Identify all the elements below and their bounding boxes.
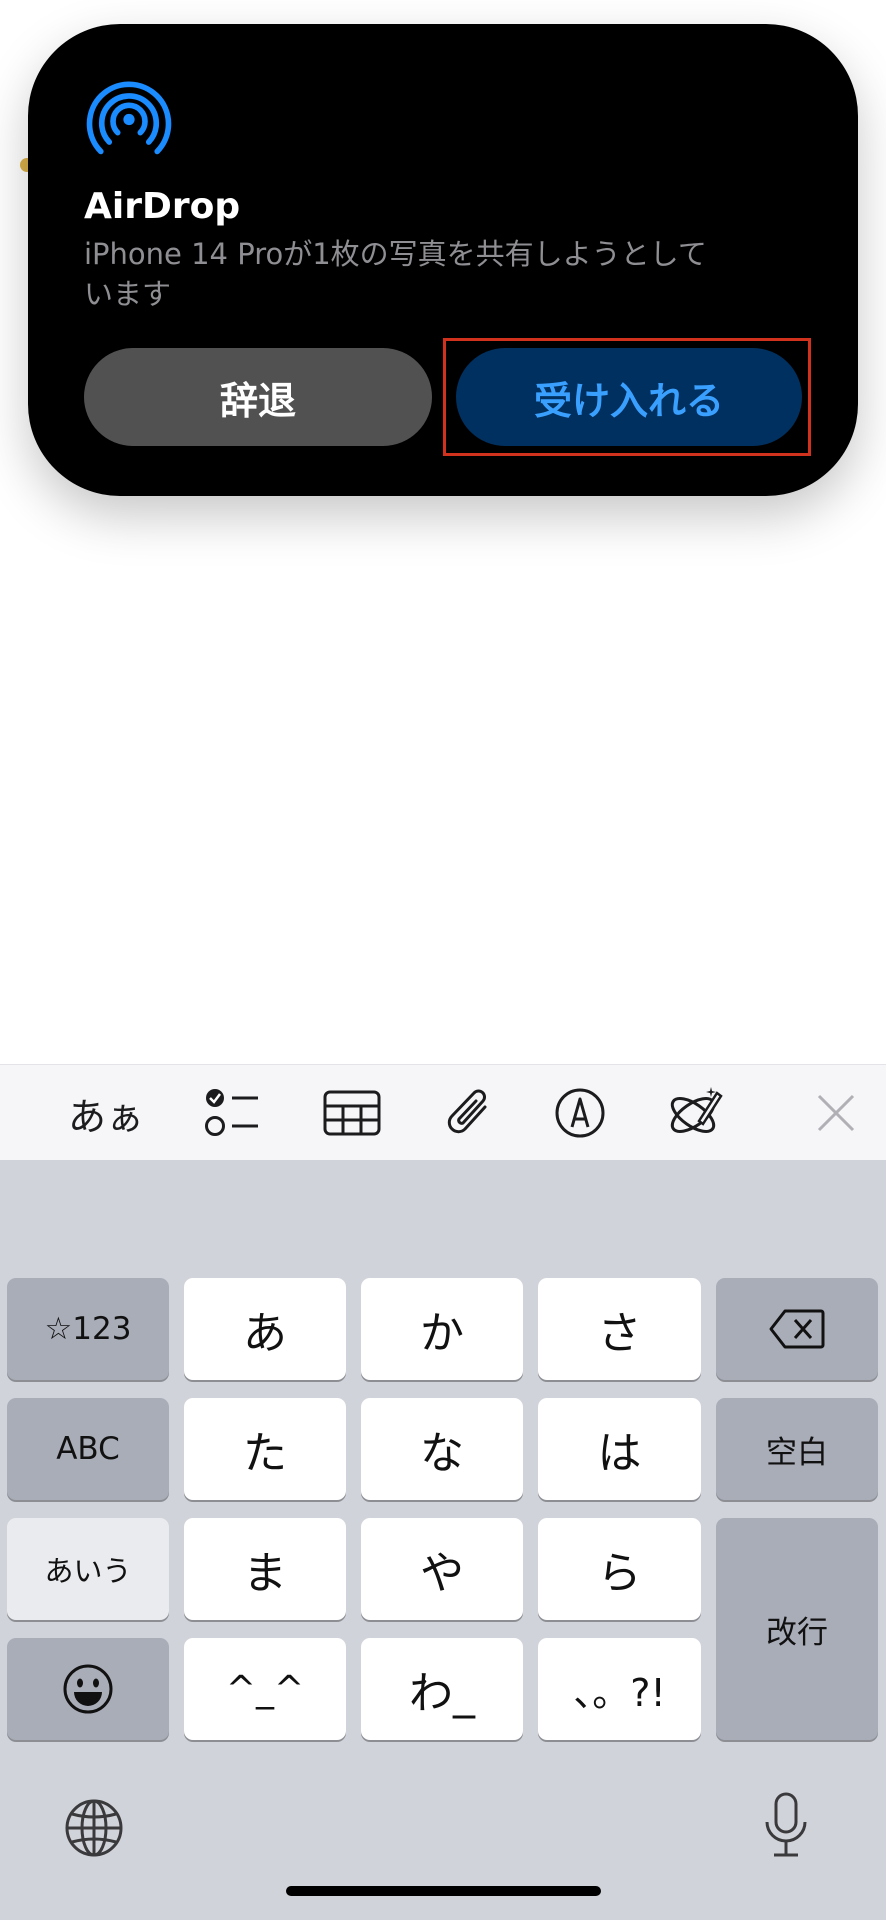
checklist-icon	[205, 1089, 258, 1136]
abc-mode-key[interactable]: ABC	[7, 1398, 169, 1500]
table-button[interactable]	[322, 1083, 382, 1143]
writing-tools-button[interactable]	[664, 1083, 724, 1143]
airdrop-icon	[86, 81, 172, 155]
space-key[interactable]: 空白	[716, 1398, 878, 1500]
delete-key[interactable]	[716, 1278, 878, 1380]
text-format-label: あぁ	[67, 1094, 144, 1139]
dictation-button[interactable]	[764, 1792, 808, 1858]
markup-button[interactable]	[550, 1083, 610, 1143]
writing-tools-icon	[670, 1087, 723, 1133]
text-format-button[interactable]: あぁ	[66, 1083, 146, 1143]
key-ma[interactable]: ま	[184, 1518, 346, 1620]
checklist-button[interactable]	[202, 1083, 262, 1143]
screen: AirDrop iPhone 14 Proが1枚の写真を共有しようとしています …	[0, 0, 886, 1920]
markup-pen-icon	[555, 1088, 605, 1138]
attachment-button[interactable]	[440, 1083, 500, 1143]
return-key[interactable]: 改行	[716, 1518, 878, 1740]
key-wa[interactable]: わ_	[361, 1638, 523, 1740]
close-icon	[817, 1094, 855, 1132]
japanese-kana-keyboard: ☆123 あ か さ ABC た な は 空白 あいう ま や ら 改行 ^_^…	[0, 1160, 886, 1920]
notes-toolbar: あぁ	[0, 1064, 886, 1161]
airdrop-title: AirDrop	[84, 186, 241, 227]
globe-icon	[65, 1799, 123, 1857]
table-icon	[323, 1090, 381, 1136]
kana-mode-key[interactable]: あいう	[7, 1518, 169, 1620]
key-punctuation[interactable]: 、。?!	[538, 1638, 701, 1740]
globe-button[interactable]	[64, 1798, 124, 1858]
accept-highlight-box	[443, 338, 811, 456]
key-sa[interactable]: さ	[538, 1278, 701, 1380]
delete-icon	[769, 1309, 825, 1349]
key-ra[interactable]: ら	[538, 1518, 701, 1620]
paperclip-icon	[447, 1089, 487, 1134]
numbers-mode-key[interactable]: ☆123	[7, 1278, 169, 1380]
key-ha[interactable]: は	[538, 1398, 701, 1500]
microphone-icon	[765, 1792, 807, 1857]
key-ka[interactable]: か	[361, 1278, 523, 1380]
key-na[interactable]: な	[361, 1398, 523, 1500]
emoji-key[interactable]	[7, 1638, 169, 1740]
key-ta[interactable]: た	[184, 1398, 346, 1500]
key-kaomoji[interactable]: ^_^	[184, 1638, 346, 1740]
decline-button[interactable]: 辞退	[84, 348, 432, 446]
key-ya[interactable]: や	[361, 1518, 523, 1620]
key-a[interactable]: あ	[184, 1278, 346, 1380]
home-indicator[interactable]	[286, 1886, 601, 1896]
close-toolbar-button[interactable]	[808, 1083, 864, 1143]
airdrop-message: iPhone 14 Proが1枚の写真を共有しようとしています	[84, 237, 707, 311]
emoji-icon	[63, 1664, 113, 1714]
